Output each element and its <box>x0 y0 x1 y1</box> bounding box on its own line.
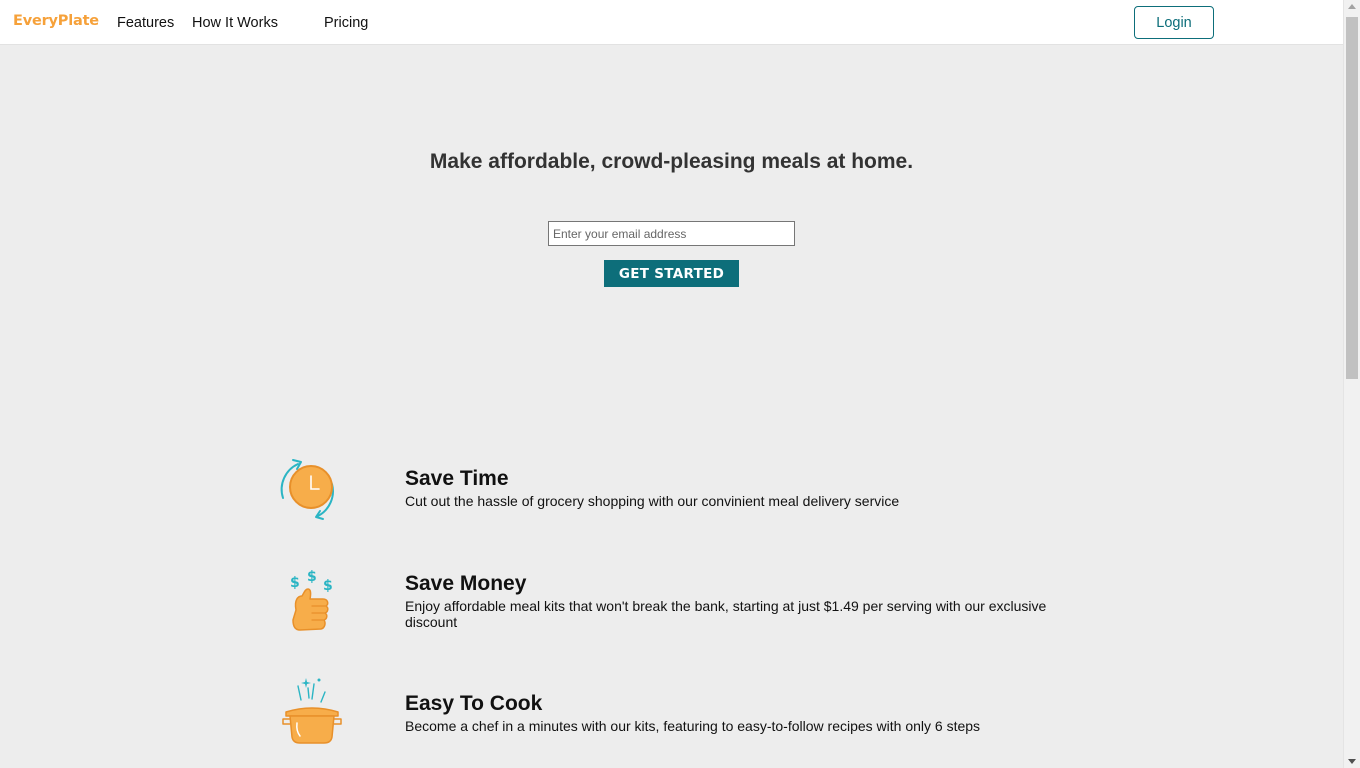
feature-title: Save Time <box>405 467 509 490</box>
hero-title: Make affordable, crowd-pleasing meals at… <box>429 150 914 173</box>
nav-link-how-it-works[interactable]: How It Works <box>192 15 278 31</box>
top-navbar: EveryPlate Features How It Works Pricing… <box>0 0 1343 45</box>
svg-text:$: $ <box>307 569 317 585</box>
email-input[interactable] <box>548 221 795 246</box>
feature-title: Save Money <box>405 572 527 595</box>
cooking-pot-icon <box>282 678 342 744</box>
thumbs-up-money-icon: $ $ $ <box>290 569 333 631</box>
svg-text:$: $ <box>323 578 333 594</box>
scrollbar-thumb[interactable] <box>1346 17 1358 379</box>
clock-icon <box>280 459 334 520</box>
vertical-scrollbar[interactable] <box>1343 0 1360 768</box>
feature-description: Become a chef in a minutes with our kits… <box>405 718 981 734</box>
svg-text:$: $ <box>290 575 300 591</box>
feature-title: Easy To Cook <box>405 692 543 715</box>
nav-link-pricing[interactable]: Pricing <box>324 15 368 31</box>
feature-description: Enjoy affordable meal kits that won't br… <box>405 598 1047 630</box>
nav-link-features[interactable]: Features <box>117 15 174 31</box>
login-button[interactable]: Login <box>1134 6 1214 39</box>
feature-description: Cut out the hassle of grocery shopping w… <box>405 493 900 509</box>
scroll-down-arrow-icon[interactable] <box>1348 759 1356 764</box>
get-started-button[interactable]: GET STARTED <box>604 260 739 287</box>
scroll-up-arrow-icon[interactable] <box>1348 4 1356 9</box>
everyplate-logo[interactable]: EveryPlate <box>13 13 99 29</box>
